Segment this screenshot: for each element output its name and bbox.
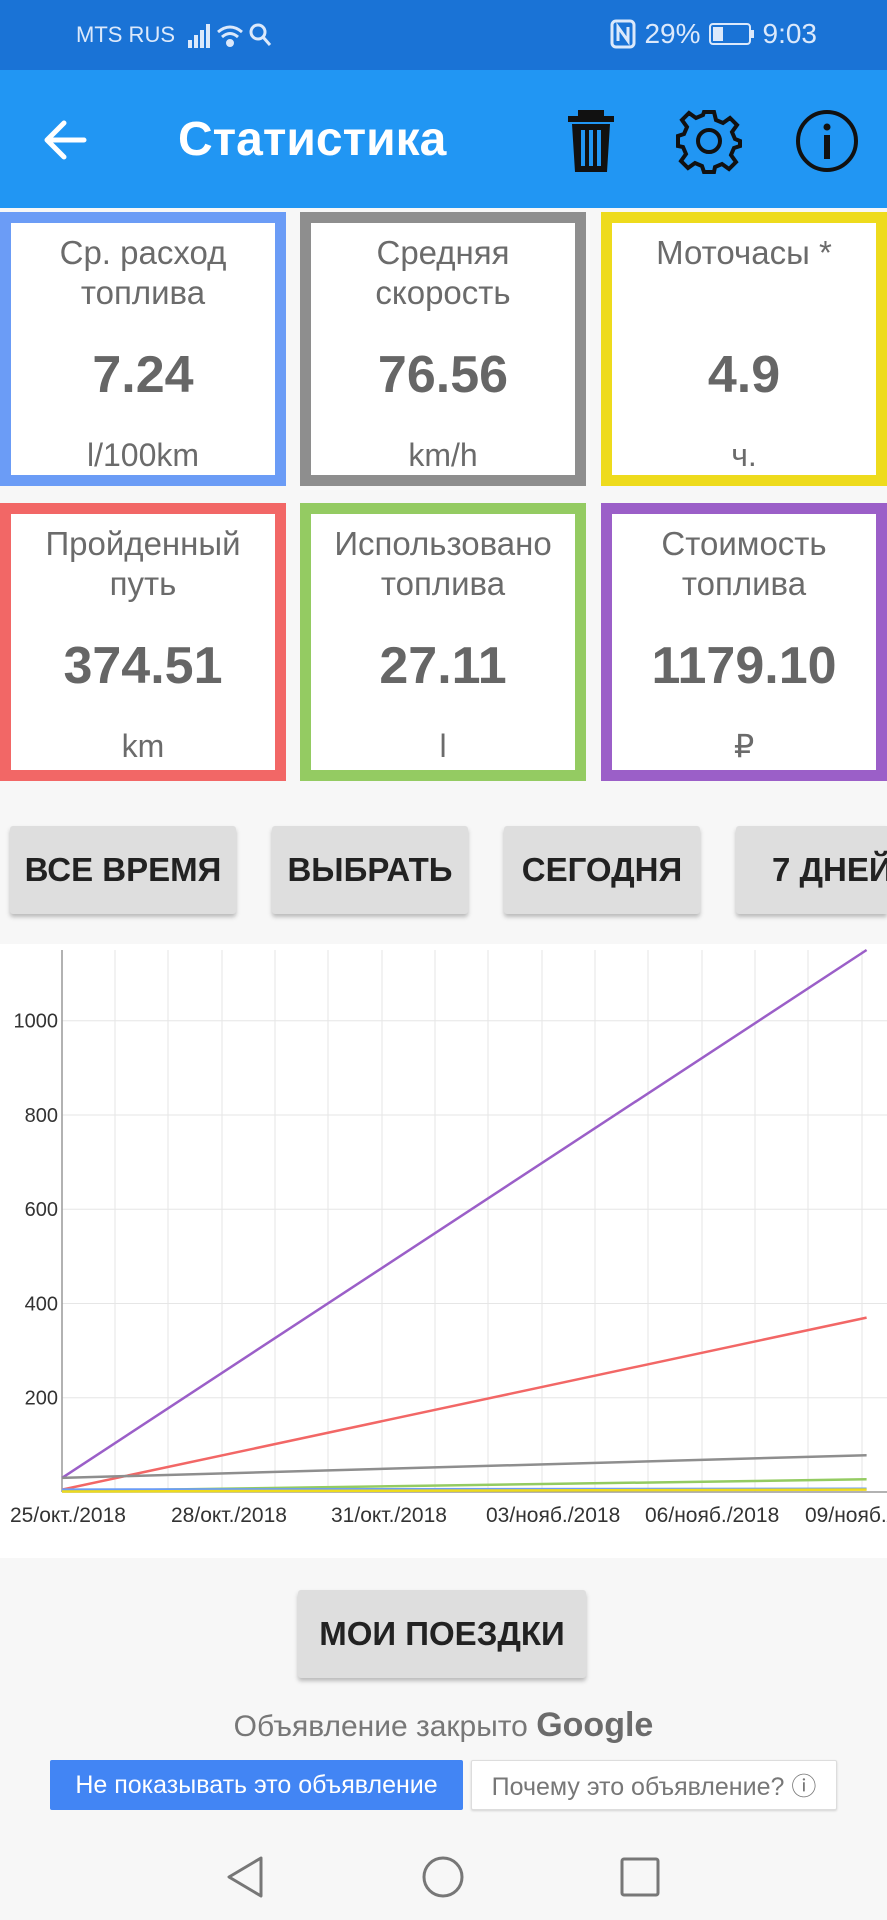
trash-icon[interactable] (556, 106, 626, 176)
tile-value: 4.9 (707, 346, 781, 404)
seven-days-button[interactable]: 7 ДНЕЙ (736, 826, 887, 914)
tile-value: 374.51 (63, 637, 223, 695)
signal-icon (188, 24, 210, 48)
carrier-name: MTS RUS (76, 22, 175, 47)
tile-label-line: путь (109, 565, 177, 602)
clock: 9:03 (762, 18, 818, 49)
tile-label-line: Стоимость (661, 525, 827, 562)
tile-label-line: топлива (80, 274, 206, 311)
tile-label-line: Использовано (334, 525, 552, 562)
google-logo: Google (536, 1706, 654, 1744)
line-chart-svg: 200 400 600 800 1000 25/окт./2018 28/окт./2018… (10, 948, 887, 1527)
x-tick-label: 31/окт./2018 (331, 1504, 447, 1527)
y-tick-label: 200 (25, 1388, 58, 1410)
tile-unit: ₽ (733, 728, 755, 764)
tile-unit: l (439, 728, 447, 764)
tile-fuel-cost: Стоимость топлива 1179.10 ₽ (601, 503, 887, 781)
series-line (61, 1453, 867, 1480)
y-tick-label: 600 (25, 1199, 58, 1221)
tile-unit: ч. (731, 437, 757, 473)
gear-icon[interactable] (674, 106, 744, 176)
tile-distance: Пройденный путь 374.51 km (0, 503, 286, 781)
all-time-button[interactable]: ВСЕ ВРЕМЯ (10, 826, 236, 914)
x-tick-label: 03/нояб./2018 (486, 1504, 620, 1527)
ad-closed-text: Объявление закрыто (233, 1710, 528, 1743)
search-icon (249, 23, 272, 46)
tile-value: 76.56 (377, 346, 509, 404)
tile-label: Средняя скорость (311, 233, 575, 313)
tile-unit: km/h (408, 437, 478, 473)
y-tick-label: 800 (25, 1105, 58, 1127)
tile-label: Использовано топлива (311, 524, 575, 604)
why-this-ad-button[interactable]: Почему это объявление? ⓘ (471, 1760, 837, 1810)
tile-engine-hours: Моточасы * 4.9 ч. (601, 212, 887, 486)
my-trips-button[interactable]: МОИ ПОЕЗДКИ (298, 1590, 586, 1678)
x-tick-label: 06/нояб./2018 (645, 1504, 779, 1527)
app-toolbar: Статистика (0, 70, 887, 208)
nav-recents-icon[interactable] (615, 1852, 665, 1902)
tile-label-line: топлива (380, 565, 506, 602)
tile-unit: l/100km (86, 437, 200, 473)
tile-value: 27.11 (379, 637, 507, 695)
tile-label: Стоимость топлива (612, 524, 876, 604)
page-title: Статистика (178, 113, 447, 166)
status-bar: MTS RUS 29% 9:03 (0, 0, 887, 70)
signal-wifi-search-icons (188, 23, 272, 48)
statistics-chart: 200 400 600 800 1000 25/окт./2018 28/окт./2018… (0, 944, 887, 1558)
tile-fuel-used: Использовано топлива 27.11 l (300, 503, 586, 781)
info-icon[interactable] (792, 106, 862, 176)
series-line (61, 1316, 867, 1491)
tile-label: Ср. расход топлива (11, 233, 275, 313)
y-tick-label: 400 (25, 1293, 58, 1315)
today-button[interactable]: СЕГОДНЯ (504, 826, 700, 914)
ad-closed-notice: Объявление закрыто Google (0, 1706, 887, 1745)
nfc-icon (610, 19, 636, 49)
tile-value: 1179.10 (651, 637, 837, 695)
tile-label-line: Пройденный (45, 525, 241, 562)
tile-label-line: Ср. расход (59, 234, 227, 271)
tile-unit: km (121, 728, 165, 764)
x-tick-label: 09/нояб./2018 (805, 1504, 887, 1527)
series-line (61, 948, 868, 1479)
x-tick-label: 28/окт./2018 (171, 1504, 287, 1527)
x-tick-label: 25/окт./2018 (10, 1504, 126, 1527)
tile-avg-consumption: Ср. расход топлива 7.24 l/100km (0, 212, 286, 486)
nav-home-icon[interactable] (418, 1852, 468, 1902)
tile-label-line: топлива (681, 565, 807, 602)
tile-label: Моточасы * (612, 233, 876, 273)
wifi-icon (217, 25, 243, 47)
system-nav-bar (0, 1830, 887, 1920)
hide-ad-button[interactable]: Не показывать это объявление (50, 1760, 463, 1810)
tile-label-line: Моточасы * (656, 234, 832, 271)
nav-back-icon[interactable] (221, 1852, 271, 1902)
tile-label-line: Средняя (376, 234, 510, 271)
back-arrow-icon[interactable] (36, 110, 96, 170)
battery-icon (708, 23, 754, 45)
status-right-group: 29% 9:03 (610, 18, 817, 50)
tile-value: 7.24 (92, 346, 194, 404)
battery-percent: 29% (644, 18, 701, 49)
y-tick-label: 1000 (14, 1011, 59, 1033)
tile-avg-speed: Средняя скорость 76.56 km/h (300, 212, 586, 486)
tile-label-line: скорость (375, 274, 511, 311)
choose-period-button[interactable]: ВЫБРАТЬ (272, 826, 468, 914)
tile-label: Пройденный путь (11, 524, 275, 604)
